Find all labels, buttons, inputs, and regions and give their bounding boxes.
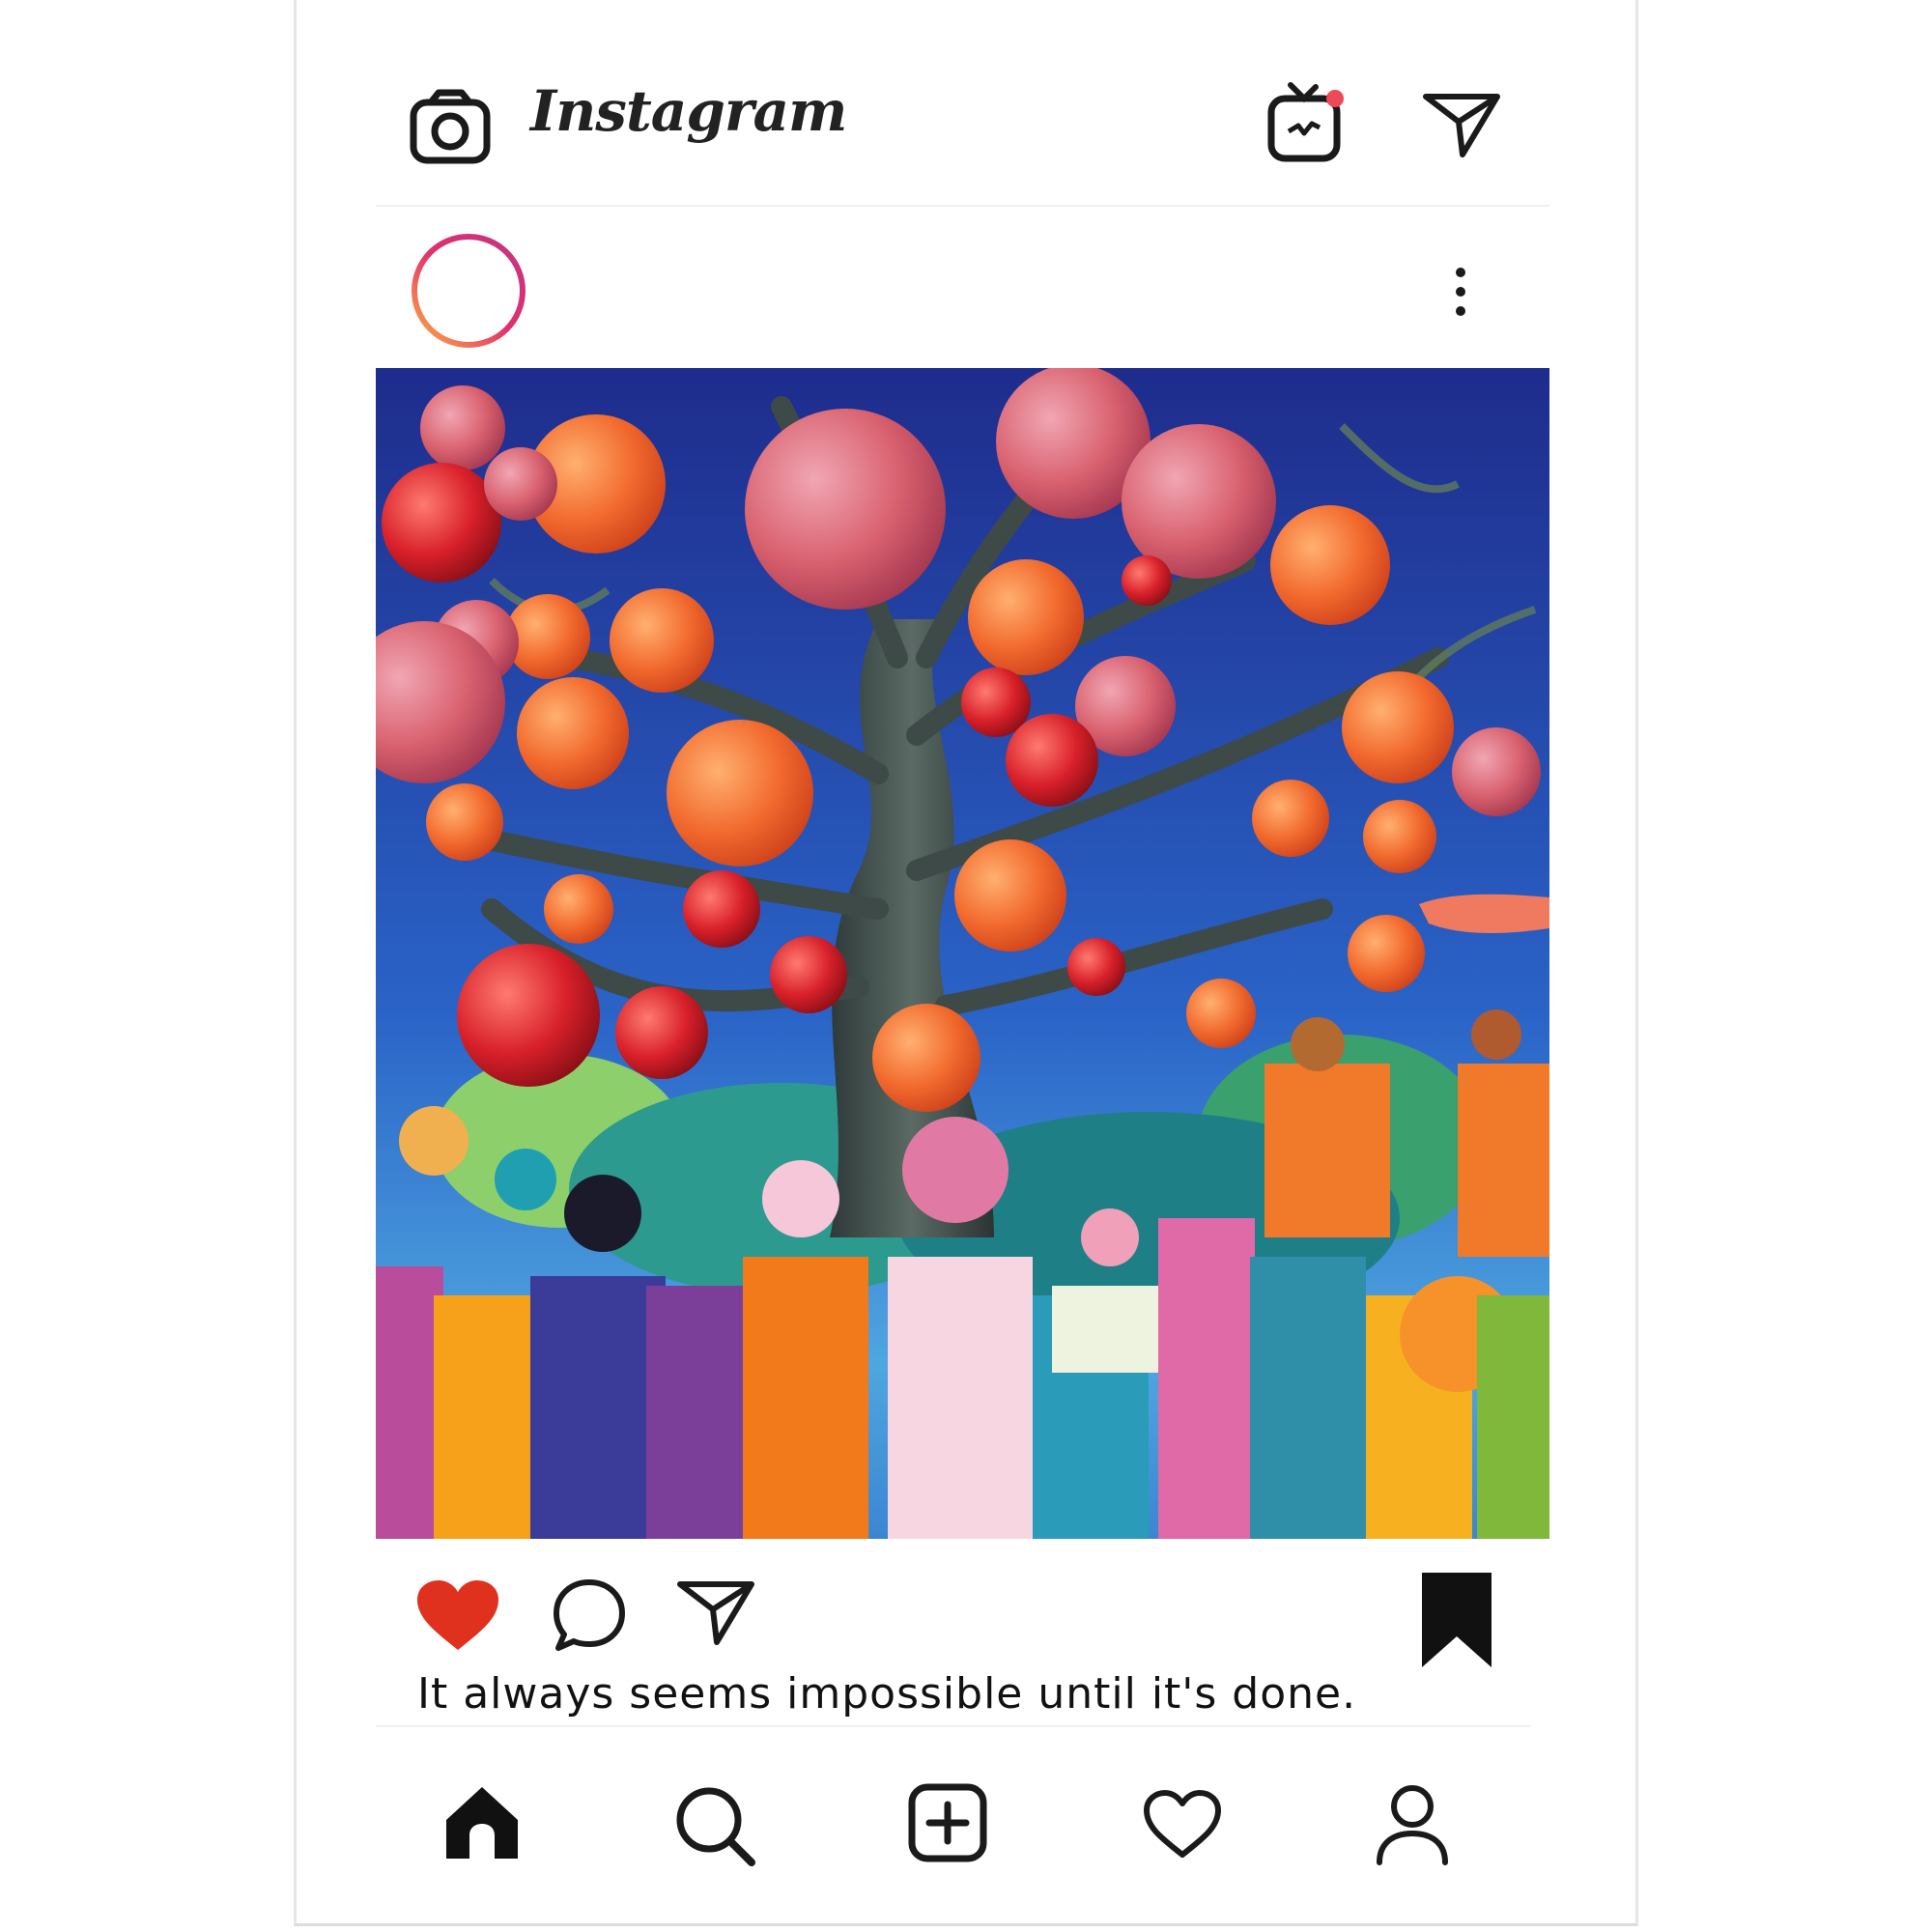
comment-button[interactable]: [551, 1577, 628, 1654]
nav-home[interactable]: [442, 1783, 522, 1862]
add-post-icon: [908, 1783, 987, 1862]
save-button[interactable]: [1418, 1569, 1495, 1671]
profile-icon: [1377, 1785, 1448, 1865]
search-icon: [676, 1787, 755, 1866]
camera-button[interactable]: [410, 89, 491, 164]
footer-divider: [376, 1725, 1530, 1727]
igtv-button[interactable]: [1267, 81, 1345, 164]
nav-add-post[interactable]: [908, 1783, 987, 1862]
igtv-icon: [1267, 82, 1344, 162]
camera-icon: [410, 89, 491, 164]
more-vertical-icon: [1456, 268, 1465, 316]
share-button[interactable]: [676, 1578, 755, 1648]
paper-plane-icon: [1423, 94, 1500, 157]
avatar[interactable]: [410, 232, 527, 350]
post-caption: It always seems impossible until it's do…: [417, 1669, 1357, 1719]
bookmark-filled-icon: [1422, 1573, 1492, 1667]
post-image[interactable]: [376, 368, 1549, 1539]
notification-dot: [1326, 90, 1344, 107]
paper-plane-icon: [677, 1581, 754, 1645]
heart-filled-icon: [417, 1580, 498, 1650]
nav-profile[interactable]: [1374, 1783, 1451, 1866]
like-button[interactable]: [413, 1577, 502, 1654]
more-options-button[interactable]: [1443, 263, 1478, 321]
avatar-ring: [412, 234, 526, 348]
nav-search[interactable]: [674, 1785, 755, 1866]
instagram-logo: Instagram: [530, 78, 847, 144]
direct-messages-button[interactable]: [1422, 91, 1501, 158]
activity-heart-icon: [1144, 1790, 1221, 1858]
fruit-tree-illustration: [376, 368, 1549, 1539]
home-icon: [446, 1787, 518, 1859]
nav-activity[interactable]: [1142, 1789, 1223, 1861]
header-divider: [376, 205, 1549, 207]
comment-icon: [554, 1579, 625, 1651]
